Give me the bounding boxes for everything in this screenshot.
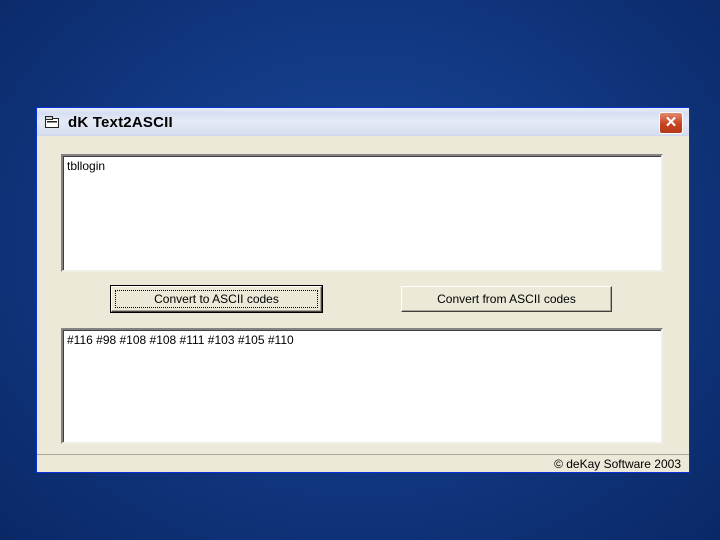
convert-to-ascii-button[interactable]: Convert to ASCII codes (110, 285, 323, 313)
copyright-label: © deKay Software 2003 (554, 457, 681, 471)
app-window: dK Text2ASCII ✕ tbllogin Convert to ASCI… (36, 107, 690, 473)
output-textarea[interactable]: #116 #98 #108 #108 #111 #103 #105 #110 (61, 328, 663, 444)
convert-to-ascii-label: Convert to ASCII codes (115, 290, 318, 308)
window-title: dK Text2ASCII (68, 114, 173, 131)
title-bar[interactable]: dK Text2ASCII ✕ (37, 108, 689, 136)
status-bar: © deKay Software 2003 (37, 454, 689, 473)
convert-from-ascii-button[interactable]: Convert from ASCII codes (401, 286, 612, 312)
input-textarea[interactable]: tbllogin (61, 154, 663, 272)
app-icon (45, 116, 59, 128)
close-button[interactable]: ✕ (659, 112, 683, 134)
